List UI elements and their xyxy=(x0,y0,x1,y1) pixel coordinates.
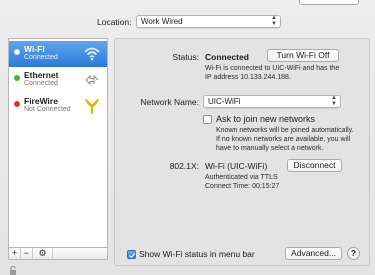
service-name: FireWire xyxy=(24,96,58,106)
auth-line2: Connect Time: 00:15:27 xyxy=(205,183,280,190)
location-value: Work Wired xyxy=(141,17,183,26)
service-item-ethernet[interactable]: Ethernet Connected xyxy=(9,67,107,93)
service-name: Ethernet xyxy=(24,70,59,80)
service-item-firewire[interactable]: FireWire Not Connected xyxy=(9,93,107,119)
status-dot xyxy=(14,75,20,81)
status-label: Status: xyxy=(172,52,199,62)
service-name: Wi-Fi xyxy=(24,44,45,54)
service-list: Wi-Fi Connected Ethernet Connected FireW… xyxy=(8,38,108,248)
network-name-label: Network Name: xyxy=(140,97,199,107)
gear-icon: ⚙ xyxy=(38,248,47,258)
advanced-button[interactable]: Advanced... xyxy=(285,247,342,260)
location-row: Location: Work Wired ▲ ▼ xyxy=(0,15,375,29)
wifi-icon xyxy=(84,47,100,61)
popup-arrows-icon: ▲ ▼ xyxy=(331,95,337,107)
dot1x-label: 802.1X: xyxy=(169,161,199,171)
status-desc-line2: IP address 10.133.244.188. xyxy=(205,74,291,81)
help-button[interactable]: ? xyxy=(347,247,360,260)
network-name-value: UIC-WiFi xyxy=(208,97,241,106)
gear-menu-button[interactable]: ⚙ xyxy=(33,248,53,259)
auth-info: Authenticated via TTLS Connect Time: 00:… xyxy=(205,173,279,191)
auth-line1: Authenticated via TTLS xyxy=(205,174,278,181)
remove-service-button[interactable]: − xyxy=(21,248,33,259)
detail-panel: Status: Connected Turn Wi-Fi Off Wi-Fi i… xyxy=(114,38,370,266)
network-name-popup[interactable]: UIC-WiFi ▲ ▼ xyxy=(203,95,341,108)
status-desc-line1: Wi-Fi is connected to UIC-WiFi and has t… xyxy=(205,65,340,72)
ask-join-description: Known networks will be joined automatica… xyxy=(216,126,354,153)
dot1x-value: Wi-Fi (UIC-WiFi) xyxy=(205,161,268,171)
ask-join-label[interactable]: Ask to join new networks xyxy=(216,114,315,124)
status-description: Wi-Fi is connected to UIC-WiFi and has t… xyxy=(205,64,339,82)
status-value: Connected xyxy=(205,52,249,62)
service-status: Not Connected xyxy=(24,106,71,113)
ask-desc-line1: Known networks will be joined automatica… xyxy=(216,127,354,134)
status-dot xyxy=(14,101,20,107)
turn-wifi-off-button[interactable]: Turn Wi-Fi Off xyxy=(267,49,339,62)
location-label: Location: xyxy=(97,17,132,27)
ask-desc-line2: If no known networks are available, you … xyxy=(216,136,351,143)
toolbar-button-fragment[interactable] xyxy=(299,0,359,5)
add-service-button[interactable]: + xyxy=(9,248,21,259)
disconnect-button[interactable]: Disconnect xyxy=(287,159,342,172)
service-status: Connected xyxy=(24,54,58,61)
lock-icon[interactable] xyxy=(8,266,18,275)
ask-join-checkbox[interactable] xyxy=(203,115,212,124)
show-status-checkbox[interactable] xyxy=(127,250,136,259)
service-list-toolbar: + − ⚙ xyxy=(8,248,108,260)
ethernet-arrows-icon xyxy=(85,74,99,86)
service-status: Connected xyxy=(24,80,58,87)
window-top-edge xyxy=(0,0,375,8)
firewire-icon xyxy=(85,99,99,114)
popup-arrows-icon: ▲ ▼ xyxy=(271,15,277,27)
status-dot xyxy=(14,49,20,55)
location-popup[interactable]: Work Wired ▲ ▼ xyxy=(136,15,281,28)
show-status-label[interactable]: Show Wi-Fi status in menu bar xyxy=(139,249,255,259)
ask-desc-line3: have to manually select a network. xyxy=(216,145,324,152)
service-item-wifi[interactable]: Wi-Fi Connected xyxy=(9,41,107,67)
